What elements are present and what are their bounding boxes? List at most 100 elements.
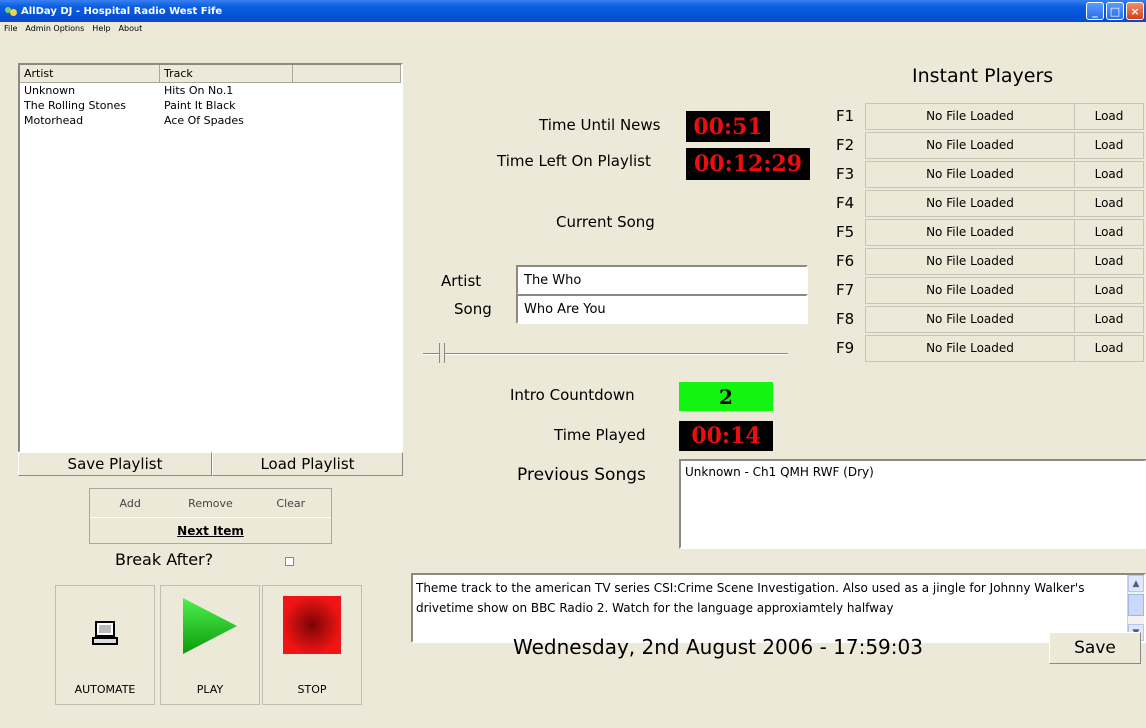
instant-player-f2: F2 No File Loaded Load	[832, 131, 1144, 159]
song-label: Song	[454, 300, 492, 318]
row-track: Hits On No.1	[164, 84, 234, 97]
time-played-label: Time Played	[554, 426, 646, 444]
instant-player-key: F3	[836, 165, 855, 183]
instant-player-file[interactable]: No File Loaded	[865, 276, 1074, 304]
instant-players-title: Instant Players	[912, 65, 1054, 87]
instant-player-f5: F5 No File Loaded Load	[832, 218, 1144, 246]
instant-player-load-button[interactable]: Load	[1074, 131, 1144, 159]
automate-button[interactable]: AUTOMATE	[55, 585, 155, 705]
instant-player-key: F8	[836, 310, 855, 328]
row-track: Ace Of Spades	[164, 114, 244, 127]
break-after-checkbox[interactable]	[285, 557, 294, 566]
clear-button[interactable]: Clear	[251, 489, 331, 517]
instant-player-f9: F9 No File Loaded Load	[832, 334, 1144, 362]
instant-player-file[interactable]: No File Loaded	[865, 334, 1074, 362]
play-icon	[183, 598, 237, 654]
minimize-button[interactable]: _	[1086, 2, 1104, 20]
instant-player-file[interactable]: No File Loaded	[865, 305, 1074, 333]
stop-label: STOP	[297, 683, 327, 696]
instant-player-file[interactable]: No File Loaded	[865, 247, 1074, 275]
playlist-row[interactable]: Motorhead Ace Of Spades	[20, 113, 401, 128]
add-button[interactable]: Add	[90, 489, 170, 517]
intro-countdown-label: Intro Countdown	[510, 386, 635, 404]
current-song-heading: Current Song	[556, 213, 655, 231]
instant-player-file[interactable]: No File Loaded	[865, 218, 1074, 246]
row-track: Paint It Black	[164, 99, 236, 112]
close-button[interactable]: ×	[1126, 2, 1144, 20]
instant-player-key: F4	[836, 194, 855, 212]
instant-player-f3: F3 No File Loaded Load	[832, 160, 1144, 188]
window-title: AllDay DJ - Hospital Radio West Fife	[21, 5, 223, 17]
instant-player-load-button[interactable]: Load	[1074, 218, 1144, 246]
instant-player-file[interactable]: No File Loaded	[865, 189, 1074, 217]
save-button[interactable]: Save	[1049, 632, 1141, 664]
instant-player-key: F1	[836, 107, 855, 125]
playlist-list[interactable]: Artist Track Unknown Hits On No.1 The Ro…	[18, 63, 403, 453]
load-playlist-button[interactable]: Load Playlist	[212, 452, 403, 476]
scroll-up-icon[interactable]: ▲	[1128, 575, 1144, 592]
position-slider-thumb[interactable]	[439, 343, 445, 363]
menu-admin-options[interactable]: Admin Options	[21, 22, 88, 36]
row-artist: The Rolling Stones	[24, 99, 126, 112]
next-item-button[interactable]: Next Item	[90, 517, 331, 543]
app-icon	[5, 5, 17, 17]
play-label: PLAY	[196, 683, 224, 696]
instant-player-load-button[interactable]: Load	[1074, 189, 1144, 217]
instant-player-key: F7	[836, 281, 855, 299]
date-time-display: Wednesday, 2nd August 2006 - 17:59:03	[513, 635, 923, 659]
instant-player-file[interactable]: No File Loaded	[865, 102, 1074, 130]
menu-help[interactable]: Help	[88, 22, 114, 36]
previous-songs-list[interactable]: Unknown - Ch1 QMH RWF (Dry)	[679, 459, 1146, 549]
instant-player-key: F9	[836, 339, 855, 357]
song-notes-textarea[interactable]: Theme track to the american TV series CS…	[411, 573, 1146, 643]
automate-label: AUTOMATE	[74, 683, 136, 696]
artist-field[interactable]: The Who	[516, 265, 808, 295]
play-button[interactable]: PLAY	[160, 585, 260, 705]
instant-player-file[interactable]: No File Loaded	[865, 160, 1074, 188]
instant-player-f6: F6 No File Loaded Load	[832, 247, 1144, 275]
scroll-thumb[interactable]	[1128, 594, 1144, 616]
playlist-row[interactable]: Unknown Hits On No.1	[20, 83, 401, 98]
time-until-news-label: Time Until News	[539, 116, 661, 134]
intro-countdown-display: 2	[679, 382, 773, 411]
break-after-text: Break After?	[115, 550, 214, 569]
maximize-button[interactable]: □	[1106, 2, 1124, 20]
instant-player-load-button[interactable]: Load	[1074, 102, 1144, 130]
position-slider-track[interactable]	[423, 353, 788, 355]
instant-player-load-button[interactable]: Load	[1074, 247, 1144, 275]
instant-player-file[interactable]: No File Loaded	[865, 131, 1074, 159]
menu-file[interactable]: File	[0, 22, 21, 36]
remove-button[interactable]: Remove	[170, 489, 250, 517]
menu-about[interactable]: About	[115, 22, 147, 36]
menu-bar: File Admin Options Help About	[0, 22, 146, 36]
break-after-label: Break After?	[115, 550, 213, 569]
instant-player-f7: F7 No File Loaded Load	[832, 276, 1144, 304]
instant-player-f4: F4 No File Loaded Load	[832, 189, 1144, 217]
instant-player-load-button[interactable]: Load	[1074, 276, 1144, 304]
column-empty	[293, 65, 401, 82]
playlist-row[interactable]: The Rolling Stones Paint It Black	[20, 98, 401, 113]
artist-label: Artist	[441, 272, 482, 290]
instant-player-f8: F8 No File Loaded Load	[832, 305, 1144, 333]
song-field[interactable]: Who Are You	[516, 294, 808, 324]
time-played-display: 00:14	[679, 421, 773, 451]
instant-player-load-button[interactable]: Load	[1074, 305, 1144, 333]
column-track[interactable]: Track	[160, 65, 293, 82]
column-artist[interactable]: Artist	[20, 65, 160, 82]
song-notes-text: Theme track to the american TV series CS…	[416, 581, 1085, 615]
save-playlist-button[interactable]: Save Playlist	[18, 452, 212, 476]
next-item-label: Next Item	[177, 523, 244, 538]
playlist-edit-panel: Add Remove Clear Next Item	[89, 488, 332, 544]
instant-player-load-button[interactable]: Load	[1074, 160, 1144, 188]
title-bar: AllDay DJ - Hospital Radio West Fife _ □…	[0, 0, 1146, 22]
stop-button[interactable]: STOP	[262, 585, 362, 705]
instant-player-key: F5	[836, 223, 855, 241]
time-left-playlist-display: 00:12:29	[686, 148, 810, 180]
previous-song-item: Unknown - Ch1 QMH RWF (Dry)	[685, 465, 874, 479]
instant-player-f1: F1 No File Loaded Load	[832, 102, 1144, 130]
instant-player-load-button[interactable]: Load	[1074, 334, 1144, 362]
instant-player-key: F6	[836, 252, 855, 270]
computer-icon	[92, 621, 118, 645]
stop-icon	[283, 596, 341, 654]
playlist-header: Artist Track	[20, 65, 401, 83]
